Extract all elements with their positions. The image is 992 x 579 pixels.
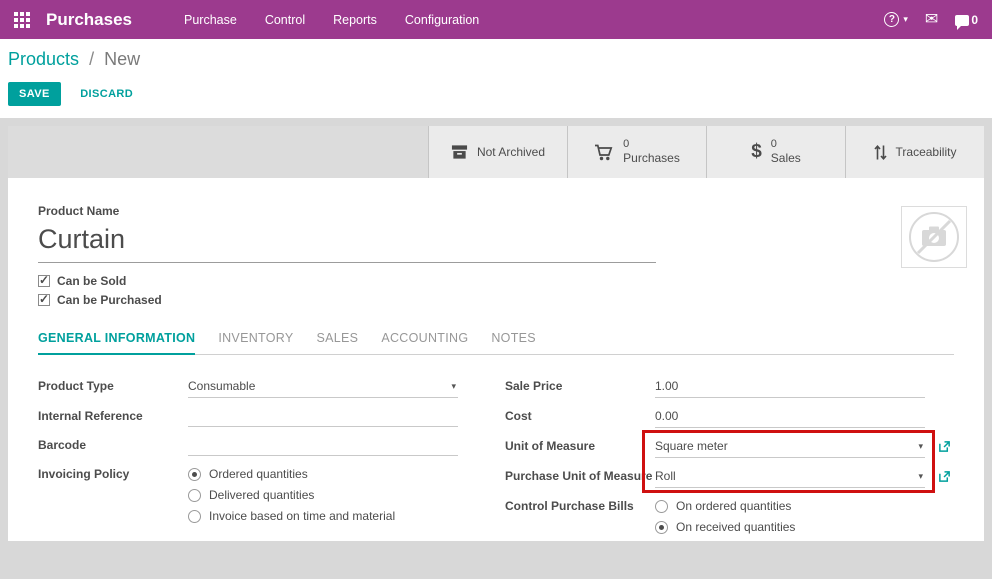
radio-icon bbox=[188, 468, 201, 481]
field-columns: Product Type Consumable ▾ Internal Refer… bbox=[38, 377, 954, 550]
radio-delivered-quantities[interactable]: Delivered quantities bbox=[188, 488, 458, 502]
can-be-sold-checkbox[interactable]: Can be Sold bbox=[38, 274, 954, 288]
sales-stat-button[interactable]: $ 0 Sales bbox=[706, 126, 845, 178]
vertical-arrows-icon bbox=[874, 144, 887, 161]
chat-bubble-icon[interactable]: 0 bbox=[955, 13, 978, 27]
chevron-down-icon: ▾ bbox=[451, 381, 456, 392]
field-product-type: Product Type Consumable ▾ bbox=[38, 377, 458, 398]
product-name-label: Product Name bbox=[38, 204, 954, 218]
control-panel: Products / New SAVE DISCARD bbox=[0, 39, 992, 118]
field-unit-of-measure: Unit of Measure Square meter ▾ bbox=[505, 437, 925, 458]
menu-reports[interactable]: Reports bbox=[333, 13, 377, 27]
stat-buttons: Not Archived 0 Purchases $ bbox=[428, 126, 984, 178]
breadcrumb-separator: / bbox=[89, 49, 94, 69]
radio-icon bbox=[655, 521, 668, 534]
radio-on-ordered-quantities[interactable]: On ordered quantities bbox=[655, 499, 925, 513]
invoicing-policy-radio-group: Ordered quantities Delivered quantities … bbox=[188, 465, 458, 530]
notebook-tabs: GENERAL INFORMATION INVENTORY SALES ACCO… bbox=[38, 327, 954, 355]
dollar-icon: $ bbox=[751, 141, 762, 163]
field-invoicing-policy: Invoicing Policy Ordered quantities Deli… bbox=[38, 465, 458, 530]
breadcrumb-current: New bbox=[104, 49, 140, 69]
apps-menu-icon[interactable] bbox=[14, 12, 30, 28]
topbar-right: ? ▾ ✉ 0 bbox=[884, 12, 978, 28]
top-menu: Purchase Control Reports Configuration bbox=[184, 13, 479, 27]
right-column: Sale Price 1.00 Cost 0.00 bbox=[505, 377, 925, 550]
tab-sales[interactable]: SALES bbox=[317, 327, 359, 354]
unit-of-measure-select[interactable]: Square meter ▾ bbox=[655, 437, 925, 458]
barcode-input[interactable] bbox=[188, 436, 458, 456]
external-link-icon[interactable] bbox=[938, 470, 951, 483]
radio-invoice-time-material[interactable]: Invoice based on time and material bbox=[188, 509, 458, 523]
radio-icon bbox=[188, 510, 201, 523]
product-form-sheet: Not Archived 0 Purchases $ bbox=[8, 126, 984, 541]
chevron-down-icon: ▾ bbox=[903, 14, 908, 25]
field-barcode: Barcode bbox=[38, 436, 458, 456]
product-name-input[interactable]: Curtain bbox=[38, 221, 656, 263]
chevron-down-icon: ▾ bbox=[918, 441, 923, 452]
cost-input[interactable]: 0.00 bbox=[655, 407, 925, 428]
sale-price-input[interactable]: 1.00 bbox=[655, 377, 925, 398]
archived-stat-button[interactable]: Not Archived bbox=[428, 126, 567, 178]
top-navbar: Purchases Purchase Control Reports Confi… bbox=[0, 0, 992, 39]
checkbox-icon bbox=[38, 275, 50, 287]
tab-notes[interactable]: NOTES bbox=[491, 327, 536, 354]
tab-inventory[interactable]: INVENTORY bbox=[218, 327, 293, 354]
left-column: Product Type Consumable ▾ Internal Refer… bbox=[38, 377, 458, 550]
help-icon[interactable]: ? ▾ bbox=[884, 12, 908, 27]
field-cost: Cost 0.00 bbox=[505, 407, 925, 428]
chat-count-badge: 0 bbox=[971, 13, 978, 27]
field-sale-price: Sale Price 1.00 bbox=[505, 377, 925, 398]
uom-highlighted-group: Unit of Measure Square meter ▾ bbox=[505, 437, 925, 488]
cart-icon bbox=[594, 144, 614, 161]
archive-icon bbox=[451, 144, 468, 160]
radio-on-received-quantities[interactable]: On received quantities bbox=[655, 520, 925, 534]
breadcrumb-products[interactable]: Products bbox=[8, 49, 79, 69]
menu-configuration[interactable]: Configuration bbox=[405, 13, 479, 27]
discard-button[interactable]: DISCARD bbox=[69, 82, 144, 106]
stat-button-band: Not Archived 0 Purchases $ bbox=[8, 126, 984, 178]
envelope-icon[interactable]: ✉ bbox=[925, 12, 938, 28]
tab-accounting[interactable]: ACCOUNTING bbox=[381, 327, 468, 354]
field-control-purchase-bills: Control Purchase Bills On ordered quanti… bbox=[505, 497, 925, 541]
traceability-stat-button[interactable]: Traceability bbox=[845, 126, 984, 178]
action-buttons: SAVE DISCARD bbox=[8, 82, 984, 106]
checkbox-icon bbox=[38, 294, 50, 306]
radio-icon bbox=[188, 489, 201, 502]
can-be-purchased-checkbox[interactable]: Can be Purchased bbox=[38, 293, 954, 307]
menu-purchase[interactable]: Purchase bbox=[184, 13, 237, 27]
chevron-down-icon: ▾ bbox=[918, 471, 923, 482]
purchase-unit-of-measure-select[interactable]: Roll ▾ bbox=[655, 467, 925, 488]
save-button[interactable]: SAVE bbox=[8, 82, 61, 106]
checkbox-label: Can be Sold bbox=[57, 274, 126, 288]
stat-label: Not Archived bbox=[477, 145, 545, 159]
radio-ordered-quantities[interactable]: Ordered quantities bbox=[188, 467, 458, 481]
purchases-stat-button[interactable]: 0 Purchases bbox=[567, 126, 706, 178]
internal-reference-input[interactable] bbox=[188, 407, 458, 427]
app-title[interactable]: Purchases bbox=[46, 10, 132, 30]
checkbox-label: Can be Purchased bbox=[57, 293, 162, 307]
product-type-select[interactable]: Consumable ▾ bbox=[188, 377, 458, 398]
stat-label: Traceability bbox=[896, 145, 957, 159]
sheet-body: Product Name Curtain Can be Sold Can be … bbox=[8, 178, 984, 550]
stat-label: Purchases bbox=[623, 151, 680, 166]
stat-label: Sales bbox=[771, 151, 801, 166]
field-purchase-unit-of-measure: Purchase Unit of Measure Roll ▾ bbox=[505, 467, 925, 488]
menu-control[interactable]: Control bbox=[265, 13, 305, 27]
stat-value: 0 bbox=[771, 138, 777, 152]
control-purchase-bills-radio-group: On ordered quantities On received quanti… bbox=[655, 497, 925, 541]
tab-general-information[interactable]: GENERAL INFORMATION bbox=[38, 327, 195, 355]
breadcrumb: Products / New bbox=[8, 49, 984, 70]
stat-value: 0 bbox=[623, 138, 629, 152]
sale-purchase-checkboxes: Can be Sold Can be Purchased bbox=[38, 274, 954, 307]
external-link-icon[interactable] bbox=[938, 440, 951, 453]
field-internal-reference: Internal Reference bbox=[38, 407, 458, 427]
page-background: Not Archived 0 Purchases $ bbox=[0, 118, 992, 579]
radio-icon bbox=[655, 500, 668, 513]
